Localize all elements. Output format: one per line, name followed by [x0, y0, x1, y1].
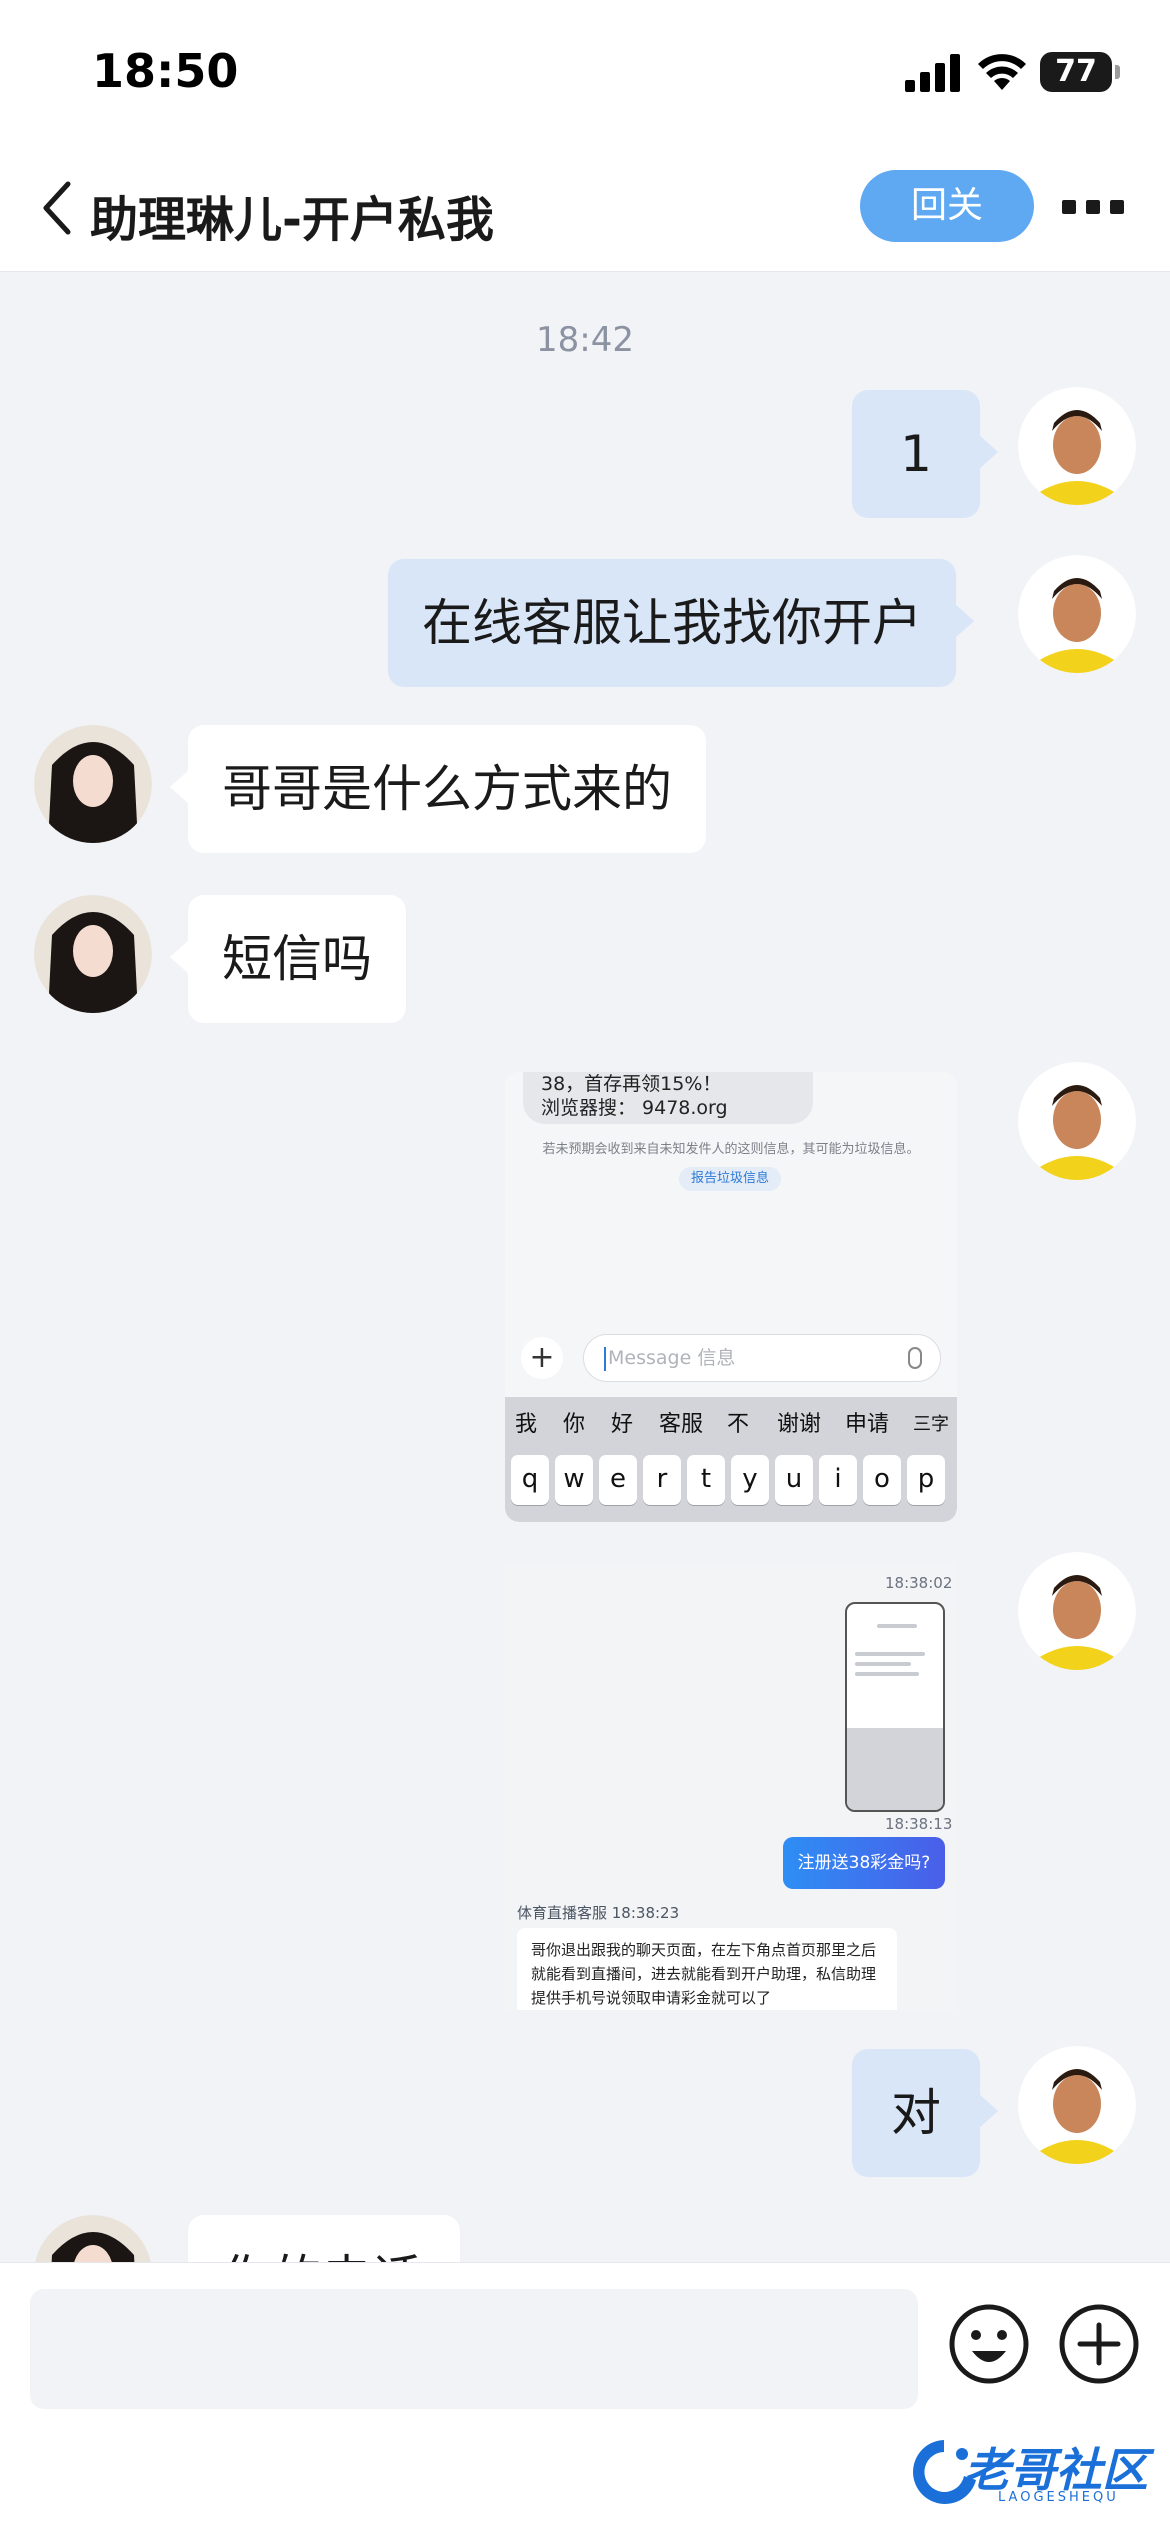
- emoji-icon[interactable]: [948, 2303, 1030, 2385]
- more-icon[interactable]: [1062, 200, 1124, 216]
- contact-avatar[interactable]: [34, 725, 152, 843]
- chat-screenshot-image-message[interactable]: 18:38:02 18:38:13 注册送38彩金吗? 体育直播客服 18:38…: [505, 1562, 957, 2010]
- signal-icon: [905, 54, 960, 92]
- screenshot-image-message[interactable]: 38，首存再领15%！ 浏览器搜： 9478.org 若未预期会收到来自未知发件…: [505, 1072, 957, 1522]
- screenshot-sender: 体育直播客服 18:38:23: [517, 1904, 680, 1922]
- keyboard-key: t: [687, 1455, 725, 1505]
- battery-indicator: 77: [1040, 52, 1120, 92]
- contact-avatar[interactable]: [34, 2215, 152, 2262]
- chat-header: 助理琳儿-开户私我 回关: [0, 150, 1170, 272]
- keyboard-key: p: [907, 1455, 945, 1505]
- candidate-word: 客服: [659, 1412, 704, 1437]
- message-input[interactable]: [30, 2289, 918, 2409]
- keyboard-key: o: [863, 1455, 901, 1505]
- candidate-word: 不: [727, 1412, 750, 1437]
- screenshot-bubble: 注册送38彩金吗?: [783, 1837, 945, 1889]
- back-chevron-icon[interactable]: [38, 178, 78, 238]
- spam-warning: 若未预期会收到来自未知发件人的这则信息，其可能为垃圾信息。: [542, 1142, 920, 1157]
- chat-title: 助理琳儿-开户私我: [90, 192, 494, 248]
- contact-avatar[interactable]: [34, 895, 152, 1013]
- sms-message-field: Message 信息: [583, 1334, 941, 1382]
- message-bubble-incoming[interactable]: 你的电话: [188, 2215, 460, 2262]
- my-avatar[interactable]: [1018, 2046, 1136, 2164]
- keyboard-key: w: [555, 1455, 593, 1505]
- screenshot-reply: 哥你退出跟我的聊天页面，在左下角点首页那里之后就能看到直播间，进去就能看到开户助…: [517, 1928, 897, 2010]
- message-bubble-incoming[interactable]: 短信吗: [170, 895, 406, 1023]
- keyboard-key: u: [775, 1455, 813, 1505]
- keyboard-key: y: [731, 1455, 769, 1505]
- sms-line: 38，首存再领15%！: [541, 1073, 722, 1095]
- candidate-word: 好: [611, 1412, 634, 1437]
- message-bubble-outgoing[interactable]: 1: [852, 390, 998, 518]
- candidate-bar: 我 你 好 客服 不 谢谢 申请 三字: [505, 1405, 957, 1445]
- candidate-word: 你: [563, 1412, 586, 1437]
- chat-area[interactable]: 18:42 1 在线客服让我找你开户 哥哥是什么方式来的 短信吗 38，首存再领…: [0, 272, 1170, 2262]
- candidate-word: 申请: [845, 1412, 890, 1437]
- phone-thumbnail: [845, 1602, 945, 1812]
- keyboard-screenshot: 我 你 好 客服 不 谢谢 申请 三字 q w e r t y u i o p: [505, 1397, 957, 1522]
- candidate-word: 三字: [913, 1414, 949, 1435]
- sms-line: 浏览器搜： 9478.org: [541, 1097, 728, 1119]
- sms-plus-icon: +: [521, 1337, 563, 1379]
- sms-preview: 38，首存再领15%！ 浏览器搜： 9478.org: [523, 1072, 813, 1124]
- watermark-logo: 老哥社区 LAOGESHEQU: [906, 2428, 1156, 2514]
- screenshot-time: 18:38:02: [885, 1574, 953, 1592]
- mic-icon: [908, 1347, 922, 1369]
- message-bubble-outgoing[interactable]: 在线客服让我找你开户: [388, 559, 974, 687]
- plus-circle-icon[interactable]: [1058, 2303, 1140, 2385]
- my-avatar[interactable]: [1018, 387, 1136, 505]
- follow-back-button[interactable]: 回关: [860, 170, 1034, 242]
- keyboard-key: e: [599, 1455, 637, 1505]
- my-avatar[interactable]: [1018, 555, 1136, 673]
- keyboard-row: q w e r t y u i o p: [511, 1455, 951, 1507]
- chat-timestamp: 18:42: [536, 320, 634, 360]
- wifi-icon: [978, 54, 1026, 90]
- keyboard-key: r: [643, 1455, 681, 1505]
- status-time: 18:50: [92, 44, 239, 98]
- message-bubble-outgoing[interactable]: 对: [852, 2049, 998, 2177]
- status-bar: 18:50 77: [0, 0, 1170, 150]
- keyboard-key: q: [511, 1455, 549, 1505]
- watermark-subtext: LAOGESHEQU: [998, 2490, 1119, 2505]
- my-avatar[interactable]: [1018, 1062, 1136, 1180]
- candidate-word: 我: [515, 1412, 538, 1437]
- screenshot-time: 18:38:13: [885, 1815, 953, 1833]
- my-avatar[interactable]: [1018, 1552, 1136, 1670]
- keyboard-key: i: [819, 1455, 857, 1505]
- candidate-word: 谢谢: [777, 1412, 822, 1437]
- report-spam-button: 报告垃圾信息: [679, 1167, 781, 1191]
- message-bubble-incoming[interactable]: 哥哥是什么方式来的: [170, 725, 706, 853]
